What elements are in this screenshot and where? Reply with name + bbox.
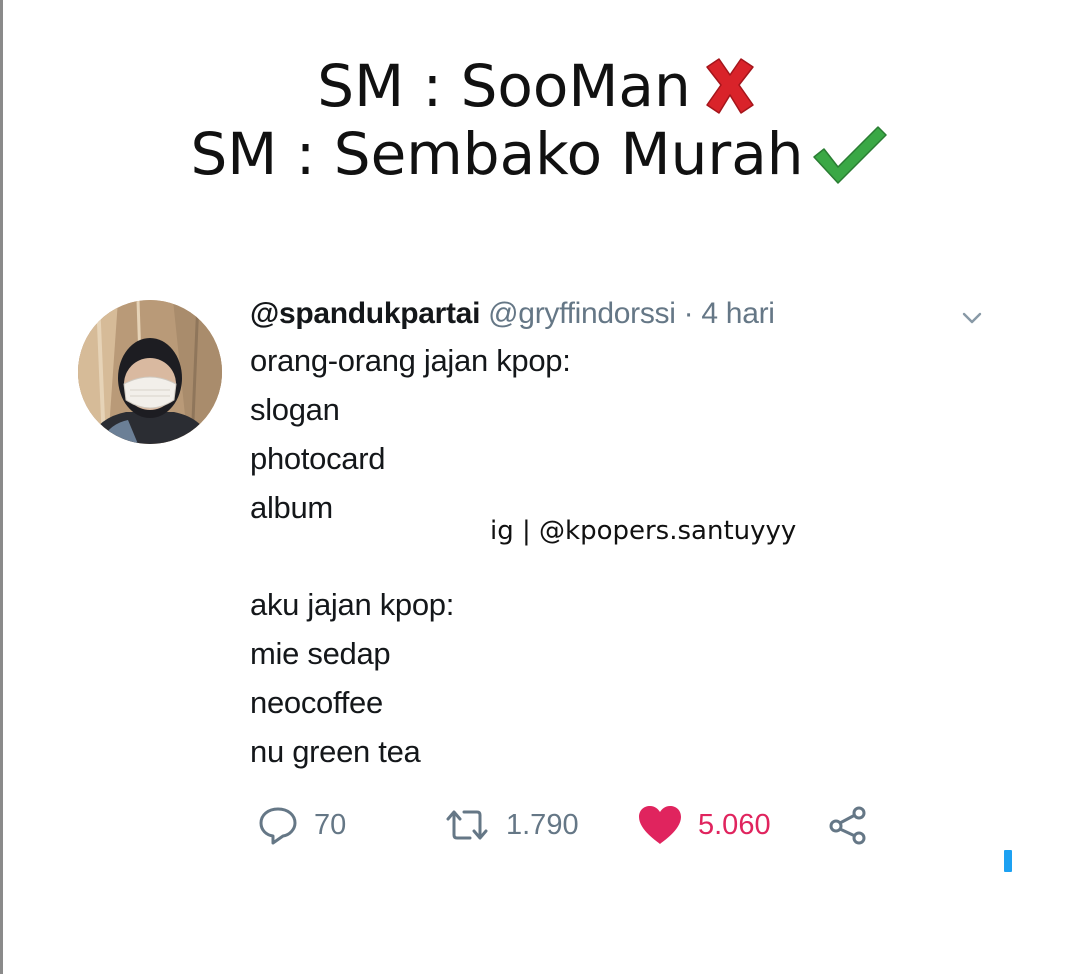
separator-dot: ·	[683, 297, 694, 330]
retweet-icon	[446, 810, 488, 840]
meme-line-1-text: SM : SooMan	[317, 52, 691, 120]
share-button[interactable]	[826, 800, 870, 850]
meme-line-1: SM : SooMan	[0, 52, 1080, 120]
like-count: 5.060	[698, 808, 771, 841]
check-mark-icon	[812, 126, 887, 184]
meme-caption: SM : SooMan SM : Sembako Murah	[0, 52, 1080, 188]
tweet-timestamp[interactable]: 4 hari	[701, 297, 775, 330]
avatar-photo	[78, 300, 222, 444]
display-name[interactable]: @spandukpartai	[250, 297, 480, 330]
tweet-line: orang-orang jajan kpop:	[250, 343, 571, 378]
heart-icon	[639, 806, 681, 844]
tweet-line: photocard	[250, 441, 386, 476]
reply-count: 70	[314, 808, 347, 841]
meme-line-2-text: SM : Sembako Murah	[190, 120, 804, 188]
tweet-line: aku jajan kpop:	[250, 587, 455, 622]
watermark: ig | @kpopers.santuyyy	[490, 516, 797, 546]
reply-icon	[259, 807, 297, 845]
chevron-down-icon[interactable]	[958, 304, 986, 332]
tweet-line: slogan	[250, 392, 340, 427]
meme-line-2: SM : Sembako Murah	[0, 120, 1080, 188]
tweet-line: mie sedap	[250, 636, 391, 671]
tweet-line: nu green tea	[250, 734, 421, 769]
tweet-line: neocoffee	[250, 685, 383, 720]
reply-button[interactable]: 70	[256, 800, 346, 850]
like-button[interactable]: 5.060	[636, 800, 771, 850]
tweet-header: @spandukpartai @gryffindorssi · 4 hari	[250, 296, 950, 332]
retweet-button[interactable]: 1.790	[442, 800, 579, 850]
username-handle[interactable]: @gryffindorssi	[488, 297, 676, 330]
tweet-card[interactable]: @spandukpartai @gryffindorssi · 4 hari o…	[78, 296, 998, 876]
cross-mark-icon	[705, 58, 754, 114]
share-icon	[829, 806, 866, 845]
retweet-count: 1.790	[506, 808, 579, 841]
avatar[interactable]	[78, 300, 222, 444]
scroll-indicator[interactable]	[1004, 850, 1012, 872]
tweet-text: orang-orang jajan kpop: slogan photocard…	[250, 336, 950, 776]
